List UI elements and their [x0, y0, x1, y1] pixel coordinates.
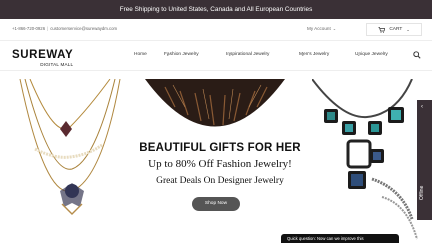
chevron-left-icon: ‹ — [421, 104, 423, 110]
header-divider — [0, 40, 432, 41]
email-link[interactable]: customerservice@surewaydm.com — [50, 26, 117, 31]
my-account-label: My Account — [307, 26, 331, 31]
logo-tagline: DIGITAL MALL — [40, 62, 74, 67]
nav-label: Home — [134, 52, 147, 57]
phone-link[interactable]: +1-866-720-0926 — [12, 26, 45, 31]
nav-label: Inspirational Jewelry — [226, 52, 270, 57]
nav-divider — [0, 70, 432, 71]
necklace-image-center — [145, 79, 285, 127]
hero-text: BEAUTIFUL GIFTS FOR HER Up to 80% Off Fa… — [110, 142, 330, 187]
chevron-down-icon: ⌄ — [301, 52, 305, 57]
announcement-text: Free Shipping to United States, Canada a… — [119, 6, 313, 13]
contact-divider: | — [47, 26, 49, 31]
offline-chat-tab[interactable]: ‹ Offline — [417, 100, 432, 220]
shop-now-button[interactable]: Shop Now — [192, 197, 240, 211]
chevron-down-icon: ⌄ — [357, 52, 361, 57]
chevron-down-icon: ⌄ — [228, 52, 232, 57]
contact-info: +1-866-720-0926 | customerservice@surewayd… — [12, 26, 117, 31]
cart-label: CART — [389, 27, 403, 32]
hero-tagline: Great Deals On Designer Jewelry — [156, 176, 284, 186]
logo-name: SUREWAY — [12, 49, 74, 61]
chat-bar[interactable]: Quick question: Now can we improve this — [281, 234, 399, 243]
cart-button[interactable]: CART ⌄ — [366, 23, 422, 36]
hero-title: BEAUTIFUL GIFTS FOR HER — [139, 142, 301, 154]
cart-icon — [378, 26, 386, 33]
site-logo[interactable]: SUREWAY DIGITAL MALL — [12, 49, 74, 67]
my-account-menu[interactable]: My Account ⌄ — [307, 26, 336, 31]
chevron-down-icon: ⌄ — [332, 26, 337, 31]
search-icon[interactable] — [413, 51, 421, 59]
announcement-bar: Free Shipping to United States, Canada a… — [0, 0, 432, 19]
chevron-down-icon: ⌄ — [406, 27, 410, 32]
hero-banner: BEAUTIFUL GIFTS FOR HER Up to 80% Off Fa… — [0, 79, 432, 243]
chat-bar-text: Quick question: Now can we improve this — [287, 236, 364, 241]
hero-subtitle: Up to 80% Off Fashion Jewelry! — [148, 158, 292, 170]
chevron-down-icon: ⌄ — [166, 52, 170, 57]
offline-label: Offline — [419, 185, 425, 200]
